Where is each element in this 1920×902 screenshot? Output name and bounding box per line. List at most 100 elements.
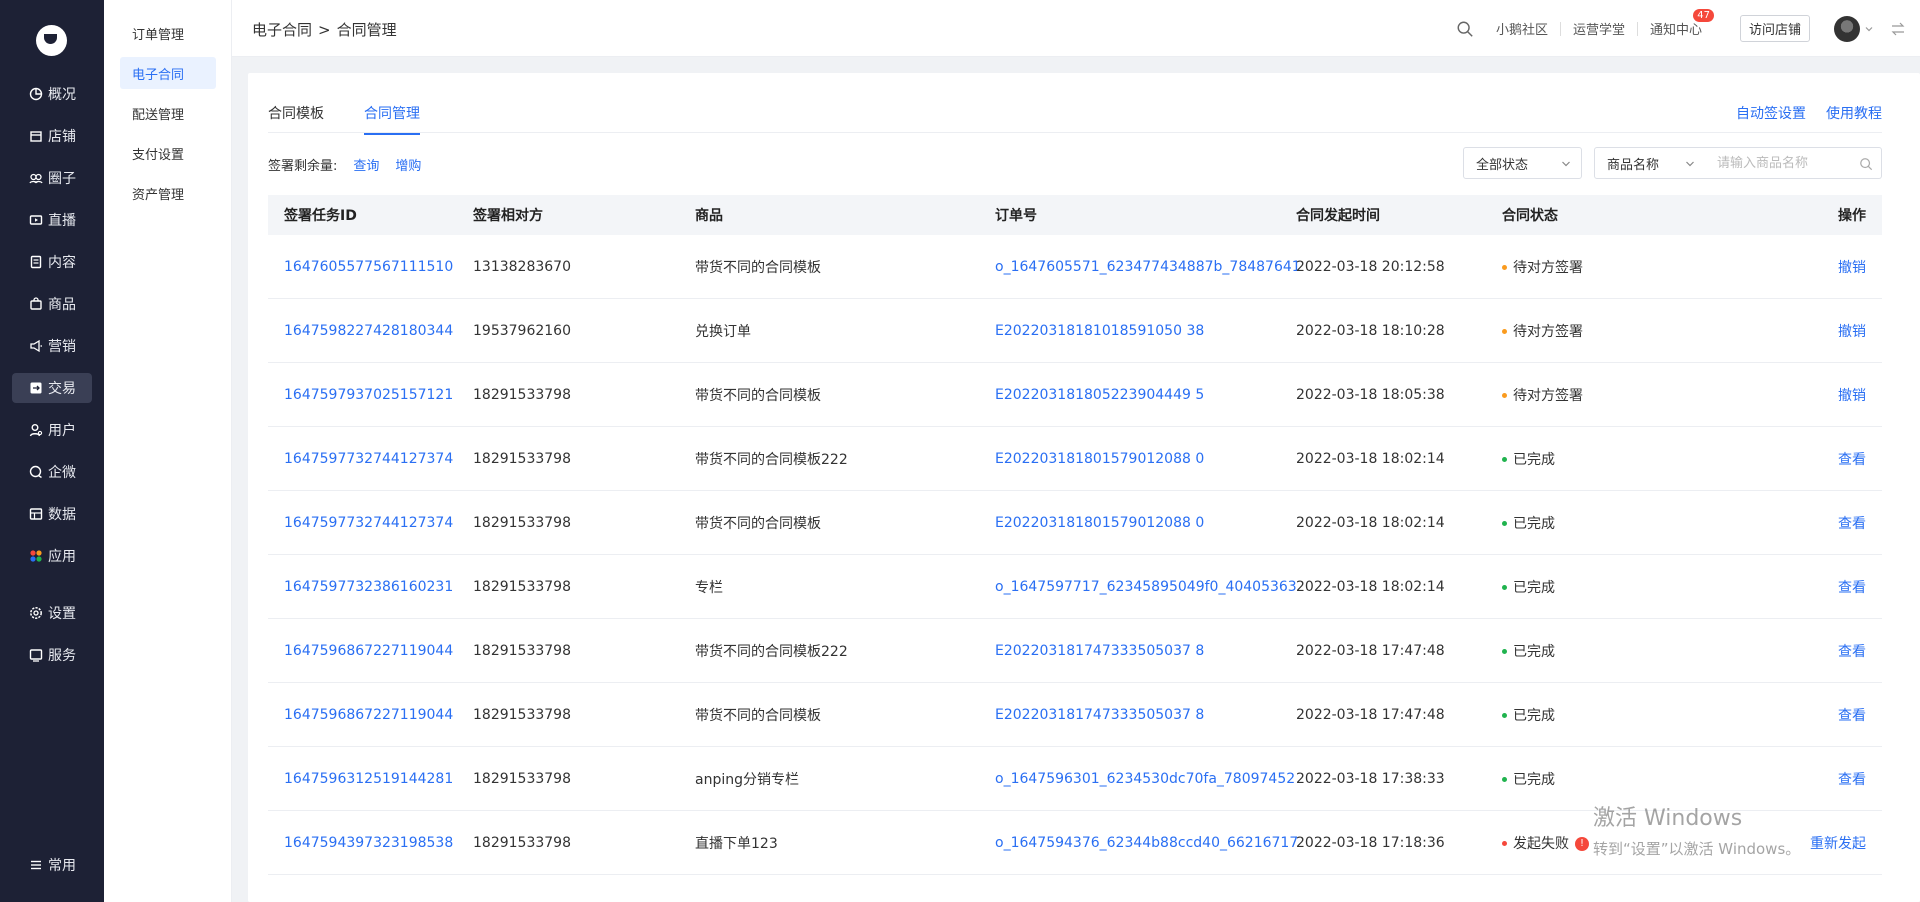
created-time-cell: 2022-03-18 18:02:14 [1296, 514, 1445, 531]
status-dot [1502, 265, 1507, 270]
column-header: 订单号 [995, 208, 1037, 224]
nav-item-menu[interactable]: 常用 [12, 850, 92, 880]
created-time-cell: 2022-03-18 18:02:14 [1296, 450, 1445, 467]
academy-link[interactable]: 运营学堂 [1573, 19, 1625, 38]
order-number-link[interactable]: E202203181801579012088 0 [995, 515, 1204, 531]
row-action-link[interactable]: 查看 [1838, 516, 1866, 532]
subnav-item-orders[interactable]: 订单管理 [120, 17, 216, 49]
order-number-link[interactable]: o_1647605571_623477434887b_78487641 [995, 259, 1301, 275]
nav-item-apps[interactable]: 应用 [12, 541, 92, 571]
row-action-link[interactable]: 查看 [1838, 708, 1866, 724]
order-number-link[interactable]: o_1647596301_6234530dc70fa_78097452 [995, 771, 1295, 787]
search-icon[interactable] [1456, 20, 1474, 38]
order-number-link[interactable]: o_1647597717_62345895049f0_40405363 [995, 579, 1297, 595]
auto-sign-settings-link[interactable]: 自动签设置 [1736, 103, 1806, 123]
task-id-link[interactable]: 1647594397323198538 [284, 835, 453, 851]
nav-item-wecom[interactable]: 企微 [12, 457, 92, 487]
tutorial-link[interactable]: 使用教程 [1826, 103, 1882, 123]
task-id-link[interactable]: 1647596312519144281 [284, 771, 453, 787]
notice-center-link[interactable]: 通知中心 47 [1649, 9, 1714, 38]
nav-item-store[interactable]: 店铺 [12, 121, 92, 151]
product-cell: 带货不同的合同模板222 [695, 643, 848, 660]
avatar[interactable] [1834, 15, 1860, 42]
status-text: 已完成 [1513, 643, 1555, 660]
logo-icon[interactable] [36, 25, 67, 56]
divider [1559, 21, 1561, 36]
row-action-link[interactable]: 查看 [1838, 772, 1866, 788]
wecom-icon [28, 464, 44, 480]
nav-item-pie-chart[interactable]: 概况 [12, 79, 92, 109]
column-header: 合同发起时间 [1296, 208, 1380, 224]
row-action-link[interactable]: 查看 [1838, 644, 1866, 660]
community-link[interactable]: 小鹅社区 [1496, 19, 1548, 38]
task-id-link[interactable]: 1647597732744127374 [284, 451, 453, 467]
search-field-select[interactable]: 商品名称 [1594, 147, 1706, 179]
task-id-link[interactable]: 1647597937025157121 [284, 387, 453, 403]
notice-center-label: 通知中心 [1649, 23, 1702, 38]
search-icon[interactable] [1859, 157, 1873, 171]
breadcrumb-parent[interactable]: 电子合同 [252, 21, 312, 39]
tab-contract-template[interactable]: 合同模板 [268, 103, 324, 133]
nav-item-label: 商品 [48, 297, 76, 313]
status-dot [1502, 649, 1507, 654]
order-number-link[interactable]: E20220318181018591050 38 [995, 323, 1204, 339]
tab-contract-management[interactable]: 合同管理 [364, 103, 420, 135]
counterparty-cell: 19537962160 [473, 322, 571, 339]
row-action-link[interactable]: 重新发起 [1810, 836, 1866, 852]
order-number-link[interactable]: E202203181801579012088 0 [995, 451, 1204, 467]
task-id-link[interactable]: 1647597732744127374 [284, 515, 453, 531]
task-id-link[interactable]: 1647597732386160231 [284, 579, 453, 595]
switch-icon[interactable] [1890, 21, 1906, 37]
user-icon [28, 422, 44, 438]
nav-item-megaphone[interactable]: 营销 [12, 331, 92, 361]
nav-item-goods[interactable]: 商品 [12, 289, 92, 319]
nav-item-label: 圈子 [48, 171, 76, 187]
row-action-link[interactable]: 撤销 [1838, 260, 1866, 276]
visit-store-button[interactable]: 访问店铺 [1739, 15, 1810, 42]
sub-nav: 订单管理 电子合同 配送管理 支付设置 资产管理 [104, 0, 232, 902]
status-cell: 已完成 [1502, 577, 1807, 597]
order-number-link[interactable]: o_1647594376_62344b88ccd40_66216717 [995, 835, 1298, 851]
status-text: 发起失败 [1513, 835, 1569, 852]
nav-item-service[interactable]: 服务 [12, 640, 92, 670]
task-id-link[interactable]: 1647598227428180344 [284, 323, 453, 339]
created-time-cell: 2022-03-18 20:12:58 [1296, 258, 1445, 275]
product-search-input[interactable] [1705, 148, 1845, 178]
status-dot [1502, 841, 1507, 846]
nav-item-gear[interactable]: 设置 [12, 598, 92, 628]
row-action-link[interactable]: 查看 [1838, 580, 1866, 596]
status-select[interactable]: 全部状态 [1463, 147, 1582, 179]
nav-item-live[interactable]: 直播 [12, 205, 92, 235]
chevron-down-icon[interactable] [1864, 24, 1874, 34]
status-cell: 发起失败! [1502, 833, 1807, 853]
subnav-item-delivery[interactable]: 配送管理 [120, 97, 216, 129]
task-id-link[interactable]: 1647596867227119044 [284, 643, 453, 659]
status-cell: 已完成 [1502, 705, 1807, 725]
nav-item-content[interactable]: 内容 [12, 247, 92, 277]
subnav-item-payment[interactable]: 支付设置 [120, 137, 216, 169]
nav-item-data[interactable]: 数据 [12, 499, 92, 529]
order-number-link[interactable]: E202203181805223904449 5 [995, 387, 1204, 403]
row-action-link[interactable]: 查看 [1838, 452, 1866, 468]
quota-query-link[interactable]: 查询 [353, 159, 379, 174]
task-id-link[interactable]: 1647605577567111510 [284, 259, 453, 275]
task-id-link[interactable]: 1647596867227119044 [284, 707, 453, 723]
nav-item-user[interactable]: 用户 [12, 415, 92, 445]
sign-quota: 签署剩余量: 查询 增购 [268, 155, 421, 174]
row-action-link[interactable]: 撤销 [1838, 388, 1866, 404]
content-icon [28, 254, 44, 270]
order-number-link[interactable]: E202203181747333505037 8 [995, 707, 1204, 723]
nav-item-trade[interactable]: 交易 [12, 373, 92, 403]
row-action-link[interactable]: 撤销 [1838, 324, 1866, 340]
error-info-icon[interactable]: ! [1575, 836, 1589, 851]
order-number-link[interactable]: E202203181747333505037 8 [995, 643, 1204, 659]
divider [1636, 21, 1638, 36]
subnav-item-e-contract[interactable]: 电子合同 [120, 57, 216, 89]
subnav-item-assets[interactable]: 资产管理 [120, 177, 216, 209]
buy-more-link[interactable]: 增购 [395, 159, 421, 174]
gear-icon [28, 605, 44, 621]
chevron-down-icon [1562, 161, 1570, 167]
nav-item-label: 常用 [48, 858, 76, 874]
nav-item-group[interactable]: 圈子 [12, 163, 92, 193]
notice-count-badge: 47 [1693, 9, 1714, 22]
